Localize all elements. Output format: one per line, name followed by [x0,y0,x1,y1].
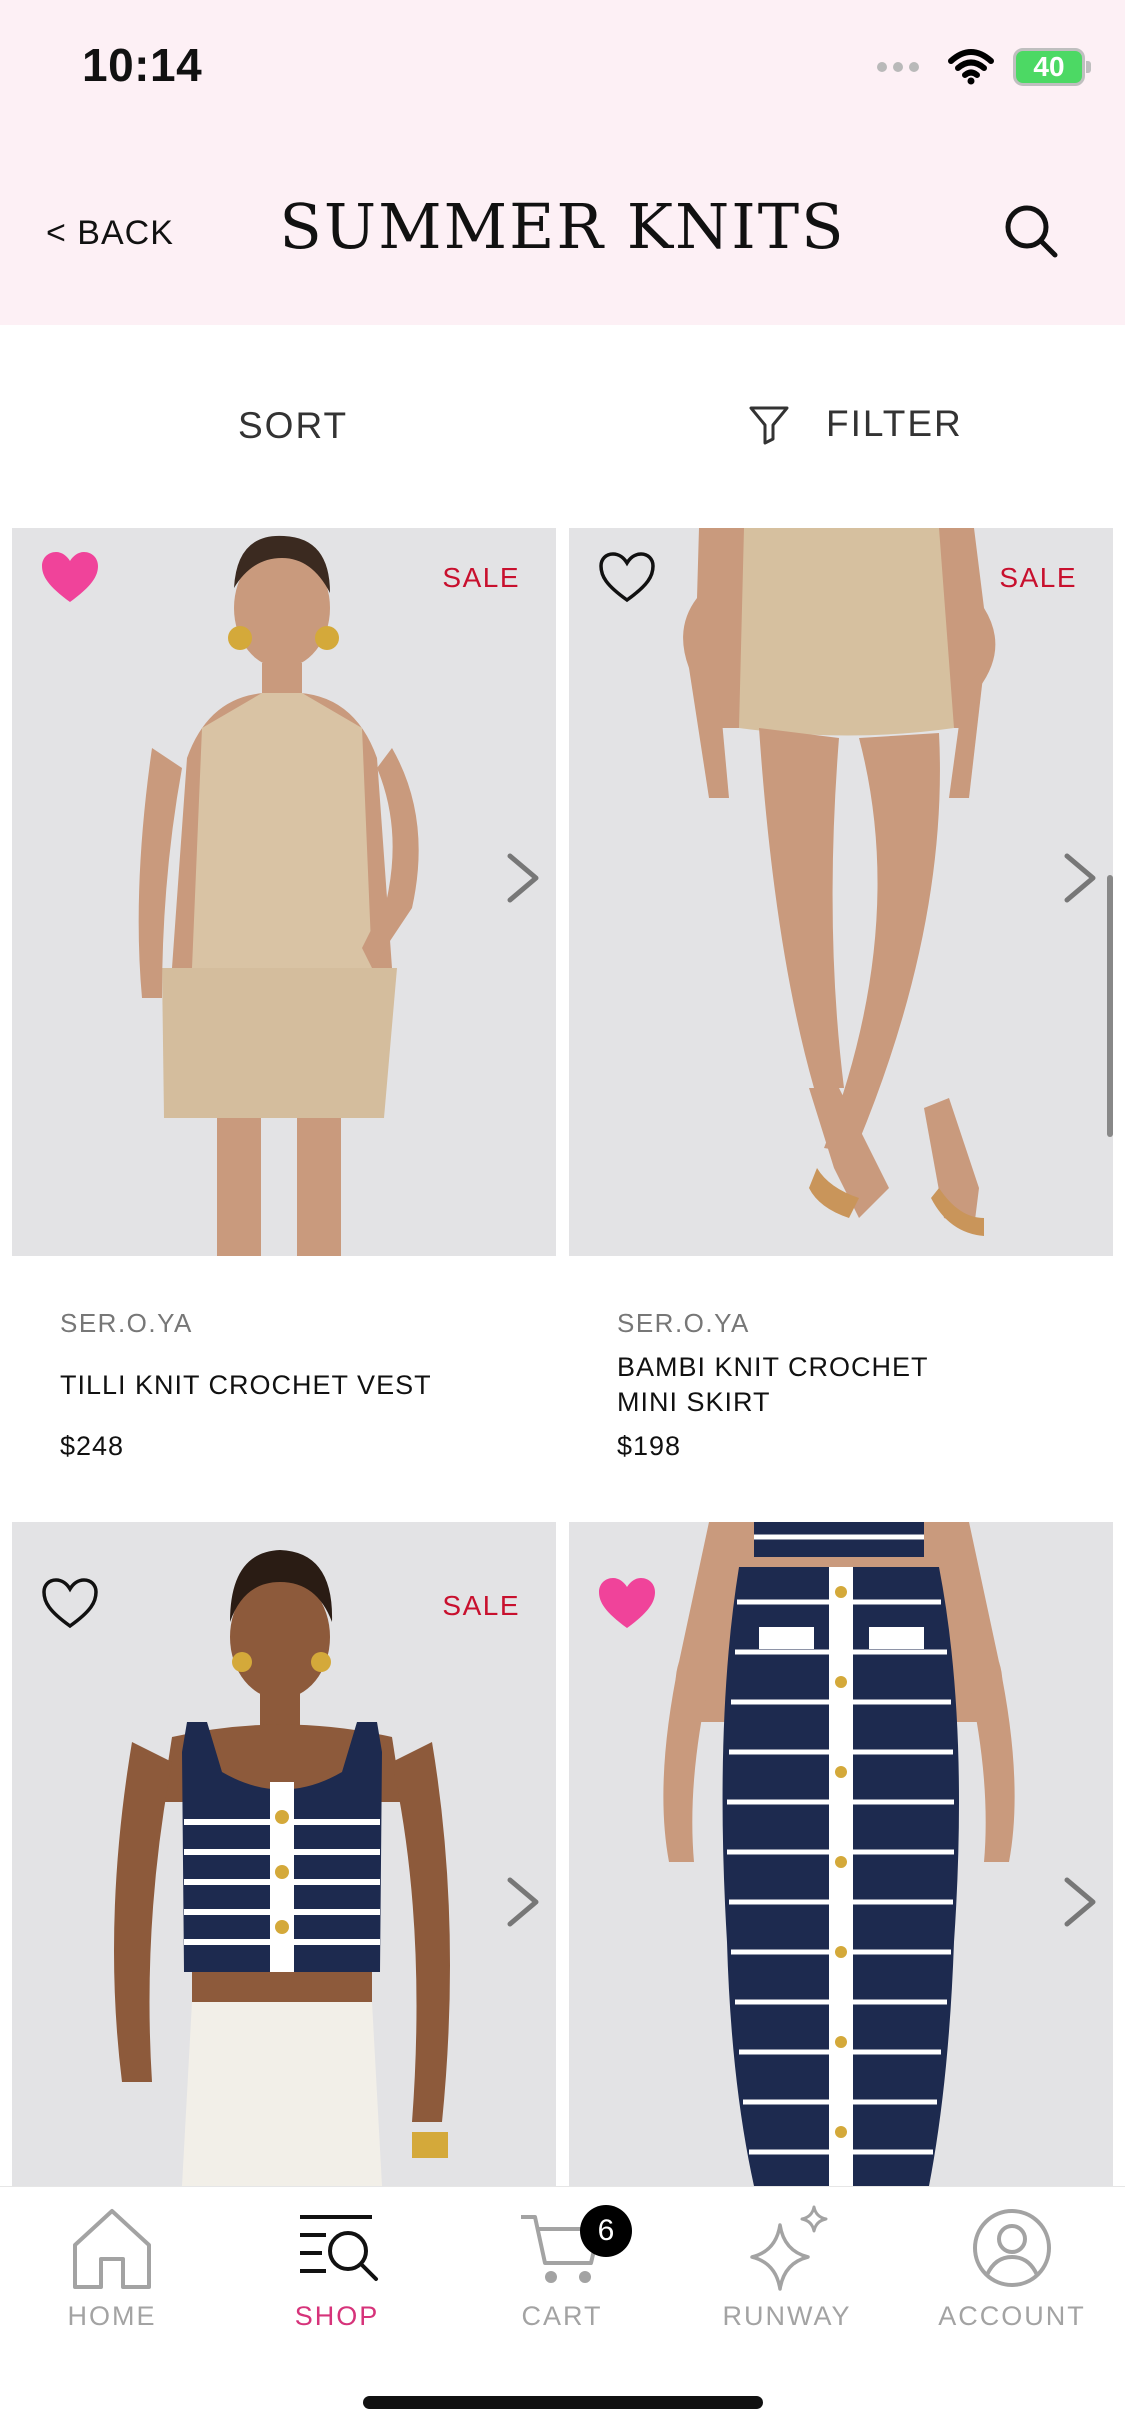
cart-count-badge: 6 [580,2205,632,2257]
tab-label: HOME [67,2301,157,2331]
home-indicator[interactable] [363,2396,763,2409]
page-title: SUMMER KNITS [279,190,846,263]
product-image[interactable]: SALE [569,528,1113,1256]
product-image[interactable] [569,1522,1113,2186]
wifi-icon [948,49,994,85]
tab-label: CART [521,2301,603,2331]
filter-button[interactable]: FILTER [748,403,963,445]
product-price: $248 [60,1431,125,1461]
product-brand: SER.O.YA [60,1308,193,1338]
product-image[interactable]: SALE [12,1522,556,2186]
tab-runway[interactable]: RUNWAY [687,2205,887,2332]
home-icon [73,2209,151,2289]
heart-outline-icon[interactable] [40,1576,100,1632]
product-name[interactable]: TILLI KNIT CROCHET VEST [60,1368,460,1403]
chevron-right-icon[interactable] [1055,1874,1105,1930]
product-name[interactable]: BAMBI KNIT CROCHET MINI SKIRT [617,1350,947,1420]
scrollbar[interactable] [1107,875,1113,1137]
model-image [569,528,1113,1256]
search-icon[interactable] [1000,200,1060,260]
heart-filled-icon[interactable] [40,550,100,606]
heart-filled-icon[interactable] [597,1576,657,1632]
sort-button[interactable]: SORT [238,405,348,447]
filter-icon [749,406,789,445]
product-brand: SER.O.YA [617,1308,750,1338]
chevron-right-icon[interactable] [1055,850,1105,906]
tab-account[interactable]: ACCOUNT [912,2205,1112,2332]
tab-home[interactable]: HOME [12,2205,212,2332]
sale-badge: SALE [999,562,1077,593]
tab-label: RUNWAY [722,2301,852,2331]
sort-filter-bar: SORT FILTER [0,325,1125,525]
tab-label: SHOP [294,2301,380,2331]
account-icon [973,2209,1051,2287]
chevron-right-icon[interactable] [498,850,548,906]
sale-badge: SALE [442,1590,520,1621]
product-price: $198 [617,1431,682,1461]
sale-badge: SALE [442,562,520,593]
tab-shop[interactable]: SHOP [237,2205,437,2332]
heart-outline-icon[interactable] [597,550,657,606]
status-time: 10:14 [82,39,203,91]
tab-label: ACCOUNT [938,2301,1086,2331]
shop-search-icon [300,2215,378,2281]
model-image [12,528,556,1256]
tab-cart[interactable]: 6 CART [462,2205,662,2332]
product-image[interactable]: SALE [12,528,556,1256]
status-icons: 40 [877,48,1091,86]
chevron-right-icon[interactable] [498,1874,548,1930]
sparkle-icon [750,2205,828,2291]
header: 10:14 40 < BACK SUMMER KNITS [0,0,1125,325]
signal-icon [877,62,919,72]
battery-icon: 40 [1013,48,1091,86]
filter-label: FILTER [826,403,963,444]
